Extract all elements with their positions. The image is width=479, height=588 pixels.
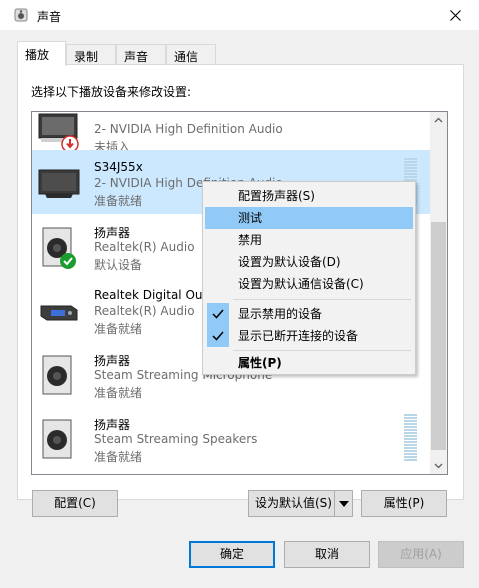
menu-item-set-default-comm-device[interactable]: 设置为默认通信设备(C) bbox=[205, 273, 413, 295]
menu-separator bbox=[233, 350, 411, 351]
menu-item-disable[interactable]: 禁用 bbox=[205, 229, 413, 251]
speaker-icon bbox=[42, 355, 72, 395]
device-description: 2- NVIDIA High Definition Audio bbox=[94, 122, 283, 136]
scroll-thumb[interactable] bbox=[431, 222, 446, 450]
menu-item-label: 属性(P) bbox=[238, 356, 282, 370]
configure-button[interactable]: 配置(C) bbox=[32, 490, 118, 517]
device-status: 默认设备 bbox=[94, 258, 143, 272]
close-icon bbox=[450, 10, 461, 21]
scroll-up-button[interactable] bbox=[430, 112, 447, 129]
ok-button[interactable]: 确定 bbox=[189, 541, 275, 568]
checkmark-icon bbox=[212, 309, 224, 319]
apply-button[interactable]: 应用(A) bbox=[378, 541, 464, 568]
instruction-text: 选择以下播放设备来修改设置: bbox=[31, 85, 192, 99]
set-default-label: 设为默认值(S) bbox=[255, 496, 332, 510]
volume-meter bbox=[404, 414, 417, 464]
menu-item-label: 设置为默认通信设备(C) bbox=[238, 277, 364, 291]
context-menu: 配置扬声器(S) 测试 禁用 设置为默认设备(D) 设置为默认通信设备(C) 显… bbox=[202, 181, 416, 375]
device-name: S34J55x bbox=[94, 160, 143, 174]
menu-item-set-default-device[interactable]: 设置为默认设备(D) bbox=[205, 251, 413, 273]
checkmark-icon bbox=[212, 331, 224, 341]
chevron-up-icon bbox=[434, 117, 443, 123]
speaker-app-icon bbox=[14, 8, 28, 22]
speaker-default-icon bbox=[42, 227, 76, 269]
tab-label: 录制 bbox=[74, 50, 99, 64]
device-status: 准备就绪 bbox=[94, 322, 143, 336]
tab-label: 通信 bbox=[174, 50, 199, 64]
window-title: 声音 bbox=[37, 10, 62, 24]
monitor-unplugged-icon bbox=[38, 113, 79, 152]
device-name: 扬声器 bbox=[94, 418, 131, 432]
checkmark-box bbox=[207, 303, 229, 325]
device-status: 准备就绪 bbox=[94, 386, 143, 400]
device-description: Realtek(R) Audio bbox=[94, 304, 195, 318]
monitor-icon bbox=[38, 169, 80, 198]
menu-item-test[interactable]: 测试 bbox=[205, 207, 413, 229]
menu-item-label: 测试 bbox=[238, 211, 263, 225]
menu-separator bbox=[233, 299, 411, 300]
vertical-scrollbar[interactable] bbox=[430, 112, 447, 474]
device-row[interactable]: 扬声器 Steam Streaming Speakers 准备就绪 bbox=[32, 406, 430, 470]
device-description: Steam Streaming Speakers bbox=[94, 432, 258, 446]
menu-item-show-disconnected[interactable]: 显示已断开连接的设备 bbox=[205, 325, 413, 347]
close-button[interactable] bbox=[433, 0, 479, 31]
menu-item-label: 设置为默认设备(D) bbox=[238, 255, 341, 269]
tab-recording[interactable]: 录制 bbox=[66, 44, 116, 65]
cancel-button[interactable]: 取消 bbox=[284, 541, 370, 568]
menu-item-show-disabled[interactable]: 显示禁用的设备 bbox=[205, 303, 413, 325]
set-default-dropdown[interactable] bbox=[334, 491, 352, 516]
tab-communications[interactable]: 通信 bbox=[166, 44, 216, 65]
device-name: 扬声器 bbox=[94, 354, 131, 368]
menu-item-label: 禁用 bbox=[238, 233, 263, 247]
tab-label: 声音 bbox=[124, 50, 149, 64]
tab-label: 播放 bbox=[25, 48, 50, 62]
device-description: Realtek(R) Audio bbox=[94, 240, 195, 254]
properties-button[interactable]: 属性(P) bbox=[361, 490, 447, 517]
digital-output-icon bbox=[40, 305, 78, 321]
device-name: 扬声器 bbox=[94, 226, 131, 240]
checkmark-box bbox=[207, 325, 229, 347]
caret-down-icon bbox=[339, 501, 349, 507]
menu-item-properties[interactable]: 属性(P) bbox=[205, 352, 413, 374]
menu-item-label: 显示已断开连接的设备 bbox=[238, 329, 359, 343]
tab-sounds[interactable]: 声音 bbox=[116, 44, 166, 65]
speaker-icon bbox=[42, 419, 72, 459]
title-bar: 声音 bbox=[0, 0, 479, 31]
tab-playback[interactable]: 播放 bbox=[17, 41, 66, 66]
set-default-split-button[interactable]: 设为默认值(S) bbox=[248, 490, 353, 517]
chevron-down-icon bbox=[434, 463, 443, 469]
scroll-down-button[interactable] bbox=[430, 457, 447, 474]
device-status: 准备就绪 bbox=[94, 194, 143, 208]
menu-item-configure-speakers[interactable]: 配置扬声器(S) bbox=[205, 185, 413, 207]
menu-item-label: 配置扬声器(S) bbox=[238, 189, 315, 203]
menu-item-label: 显示禁用的设备 bbox=[238, 307, 323, 321]
device-status: 准备就绪 bbox=[94, 450, 143, 464]
